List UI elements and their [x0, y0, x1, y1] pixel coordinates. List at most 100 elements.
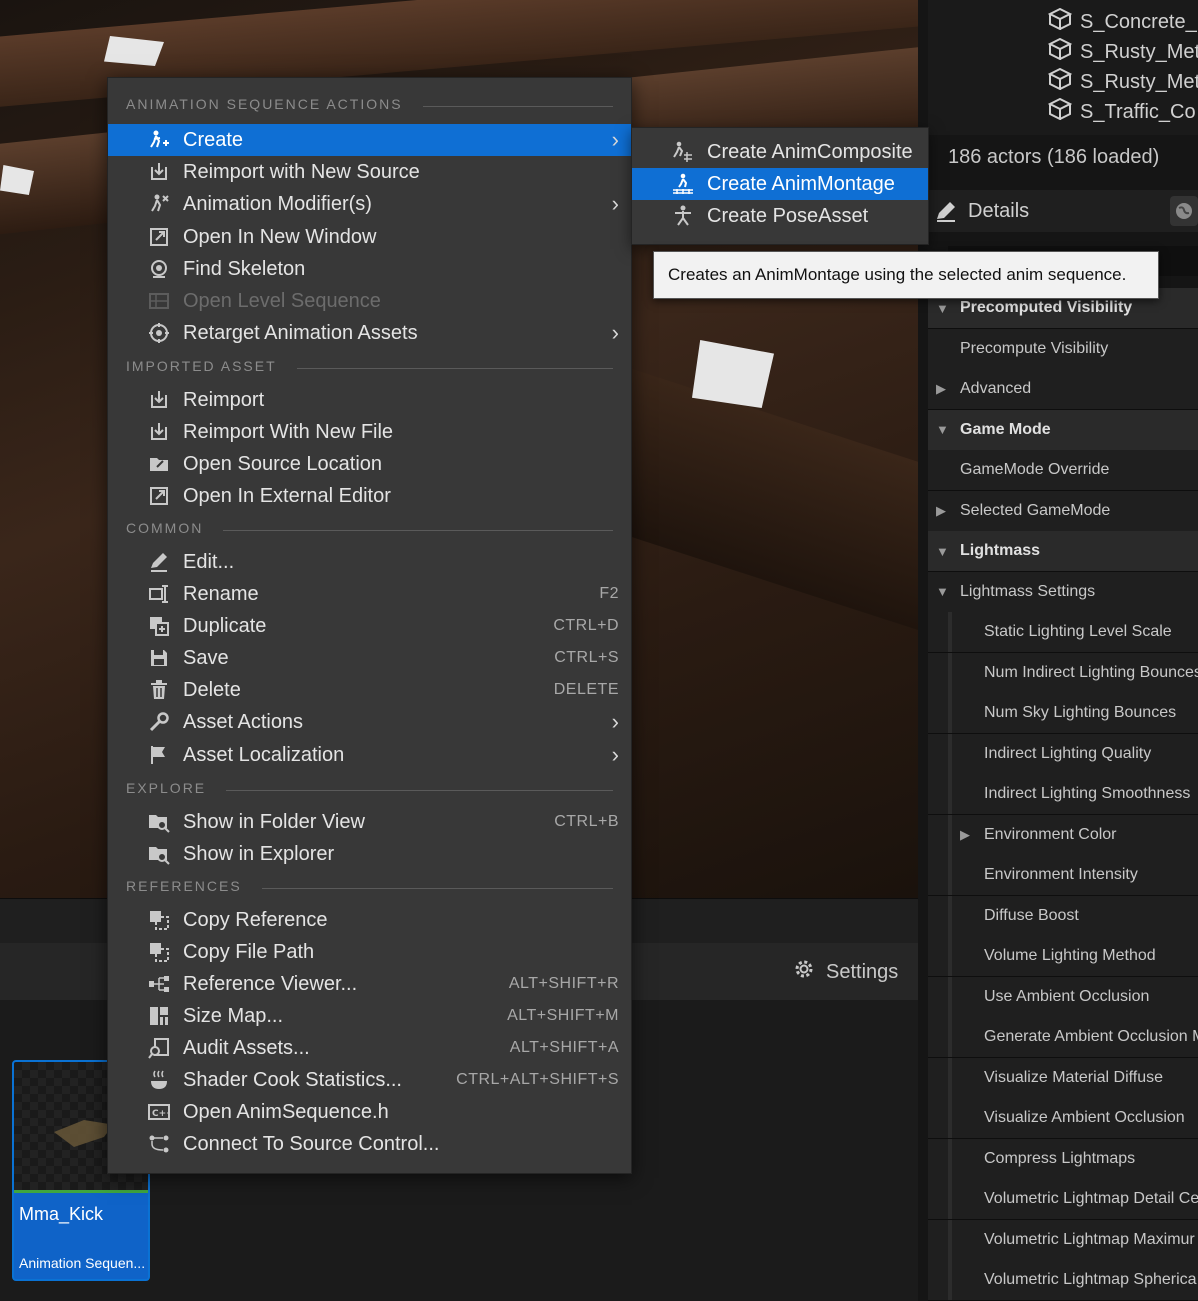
property-label: Generate Ambient Occlusion M — [984, 1028, 1198, 1045]
menu-item-size-map[interactable]: Size Map... ALT+SHIFT+M — [108, 1000, 631, 1032]
indent-guide — [948, 612, 952, 652]
details-property-row[interactable]: Num Indirect Lighting Bounces — [928, 652, 1198, 694]
property-label: Selected GameMode — [960, 501, 1111, 519]
details-tab[interactable]: Details — [928, 190, 1198, 232]
menu-item-reimport[interactable]: Reimport — [108, 384, 631, 416]
menu-item-create[interactable]: Create › — [108, 124, 631, 156]
details-category[interactable]: ▼ Game Mode — [928, 409, 1198, 451]
submenu-item-label: Create PoseAsset — [707, 204, 869, 227]
details-property-row[interactable]: Volumetric Lightmap Detail Ce — [928, 1179, 1198, 1220]
create-submenu: Create AnimComposite Create AnimMontage Cr… — [631, 127, 929, 245]
details-property-row[interactable]: Num Sky Lighting Bounces — [928, 693, 1198, 734]
menu-item-asset-localization[interactable]: Asset Localization › — [108, 739, 631, 771]
property-label: Visualize Ambient Occlusion — [984, 1109, 1185, 1126]
property-label: Static Lighting Level Scale — [984, 623, 1172, 640]
details-property-row[interactable]: ▶ Advanced — [928, 369, 1198, 410]
menu-item-connect-to-source-control[interactable]: Connect To Source Control... — [108, 1128, 631, 1160]
property-label: Volume Lighting Method — [984, 947, 1156, 964]
menu-item-retarget-animation-assets[interactable]: Retarget Animation Assets › — [108, 317, 631, 349]
save-icon — [146, 645, 172, 671]
details-property-row[interactable]: Visualize Material Diffuse — [928, 1057, 1198, 1099]
property-label: Indirect Lighting Quality — [984, 744, 1152, 762]
details-property-row[interactable]: Generate Ambient Occlusion M — [928, 1017, 1198, 1058]
details-property-row[interactable]: Volumetric Lightmap Maximur — [928, 1219, 1198, 1261]
details-property-row[interactable]: Use Ambient Occlusion — [928, 976, 1198, 1018]
menu-item-asset-actions[interactable]: Asset Actions › — [108, 706, 631, 738]
menu-item-open-source-location[interactable]: Open Source Location — [108, 448, 631, 480]
details-category[interactable]: ▼ Lightmass — [928, 531, 1198, 572]
chevron-down-icon[interactable]: ▼ — [936, 422, 949, 437]
menu-item-label: Edit... — [183, 550, 235, 573]
outliner-item[interactable]: S_Traffic_Co — [1047, 97, 1196, 126]
indent-guide — [948, 693, 952, 733]
details-property-row[interactable]: ▶ Environment Color — [928, 814, 1198, 856]
static-mesh-icon — [1047, 67, 1073, 96]
menu-item-label: Copy Reference — [183, 908, 328, 931]
delete-icon — [146, 677, 172, 703]
indent-guide — [948, 1098, 952, 1138]
details-property-row[interactable]: Visualize Ambient Occlusion — [928, 1098, 1198, 1139]
indent-guide — [948, 855, 952, 895]
menu-item-find-skeleton[interactable]: Find Skeleton — [108, 253, 631, 285]
menu-item-audit-assets[interactable]: Audit Assets... ALT+SHIFT+A — [108, 1032, 631, 1064]
menu-item-rename[interactable]: Rename F2 — [108, 578, 631, 610]
details-property-row[interactable]: Volume Lighting Method — [928, 936, 1198, 977]
details-property-row[interactable]: Volumetric Lightmap Spherica — [928, 1260, 1198, 1301]
details-property-row[interactable]: Environment Intensity — [928, 855, 1198, 896]
chevron-down-icon[interactable]: ▼ — [936, 301, 949, 316]
menu-item-duplicate[interactable]: Duplicate CTRL+D — [108, 610, 631, 642]
chevron-right-icon[interactable]: ▶ — [936, 381, 946, 397]
details-property-row[interactable]: Precompute Visibility — [928, 328, 1198, 370]
menu-item-edit[interactable]: Edit... — [108, 546, 631, 578]
menu-item-save[interactable]: Save CTRL+S — [108, 642, 631, 674]
size-map-icon — [146, 1003, 172, 1029]
menu-item-open-in-new-window[interactable]: Open In New Window — [108, 221, 631, 253]
menu-item-show-in-folder-view[interactable]: Show in Folder View CTRL+B — [108, 806, 631, 838]
menu-item-reimport-with-new-file[interactable]: Reimport With New File — [108, 416, 631, 448]
details-property-row[interactable]: Indirect Lighting Smoothness — [928, 774, 1198, 815]
menu-item-animation-modifier-s[interactable]: Animation Modifier(s) › — [108, 188, 631, 220]
menu-item-label: Show in Folder View — [183, 810, 365, 833]
chevron-down-icon[interactable]: ▼ — [936, 544, 949, 559]
pose-asset-icon — [670, 203, 696, 229]
outliner-item[interactable]: S_Rusty_Met — [1047, 67, 1198, 96]
outliner-item[interactable]: S_Rusty_Met — [1047, 37, 1198, 66]
menu-item-label: Reference Viewer... — [183, 972, 358, 995]
menu-item-shader-cook-statistics[interactable]: Shader Cook Statistics... CTRL+ALT+SHIFT+… — [108, 1064, 631, 1096]
property-label: Precomputed Visibility — [960, 299, 1133, 316]
menu-item-copy-reference[interactable]: Copy Reference — [108, 904, 631, 936]
audit-icon — [146, 1035, 172, 1061]
details-property-row[interactable]: Compress Lightmaps — [928, 1138, 1198, 1180]
property-label: Game Mode — [960, 420, 1051, 438]
property-label: Volumetric Lightmap Detail Ce — [984, 1190, 1198, 1207]
chevron-down-icon[interactable]: ▼ — [936, 584, 949, 599]
paper-prop — [692, 340, 774, 408]
submenu-item-create-animmontage[interactable]: Create AnimMontage — [632, 168, 928, 200]
menu-item-reference-viewer[interactable]: Reference Viewer... ALT+SHIFT+R — [108, 968, 631, 1000]
section-divider — [262, 888, 613, 889]
submenu-item-create-poseasset[interactable]: Create PoseAsset — [632, 200, 928, 232]
details-property-row[interactable]: Static Lighting Level Scale — [928, 612, 1198, 653]
source-control-icon — [146, 1131, 172, 1157]
menu-item-delete[interactable]: Delete DELETE — [108, 674, 631, 706]
chevron-right-icon[interactable]: ▶ — [936, 503, 946, 519]
menu-item-open-in-external-editor[interactable]: Open In External Editor — [108, 480, 631, 512]
menu-item-open-animsequence-h[interactable]: C++ Open AnimSequence.h — [108, 1096, 631, 1128]
menu-item-show-in-explorer[interactable]: Show in Explorer — [108, 838, 631, 870]
details-property-row[interactable]: Indirect Lighting Quality — [928, 733, 1198, 775]
globe-icon[interactable] — [1170, 196, 1198, 226]
property-label: Precompute Visibility — [960, 339, 1109, 357]
menu-item-reimport-with-new-source[interactable]: Reimport with New Source — [108, 156, 631, 188]
menu-item-label: Open Level Sequence — [183, 289, 381, 312]
outliner-item[interactable]: S_Concrete_F — [1047, 7, 1198, 36]
details-property-row[interactable]: Diffuse Boost — [928, 895, 1198, 937]
chevron-right-icon[interactable]: ▶ — [960, 827, 970, 843]
menu-item-copy-file-path[interactable]: Copy File Path — [108, 936, 631, 968]
submenu-item-create-animcomposite[interactable]: Create AnimComposite — [632, 136, 928, 168]
folder-search-icon — [146, 809, 172, 835]
details-property-row[interactable]: GameMode Override — [928, 450, 1198, 491]
shortcut-label: CTRL+D — [553, 617, 619, 634]
settings-button[interactable]: Settings — [792, 957, 898, 987]
details-property-row[interactable]: ▼ Lightmass Settings — [928, 571, 1198, 613]
details-property-row[interactable]: ▶ Selected GameMode — [928, 490, 1198, 532]
